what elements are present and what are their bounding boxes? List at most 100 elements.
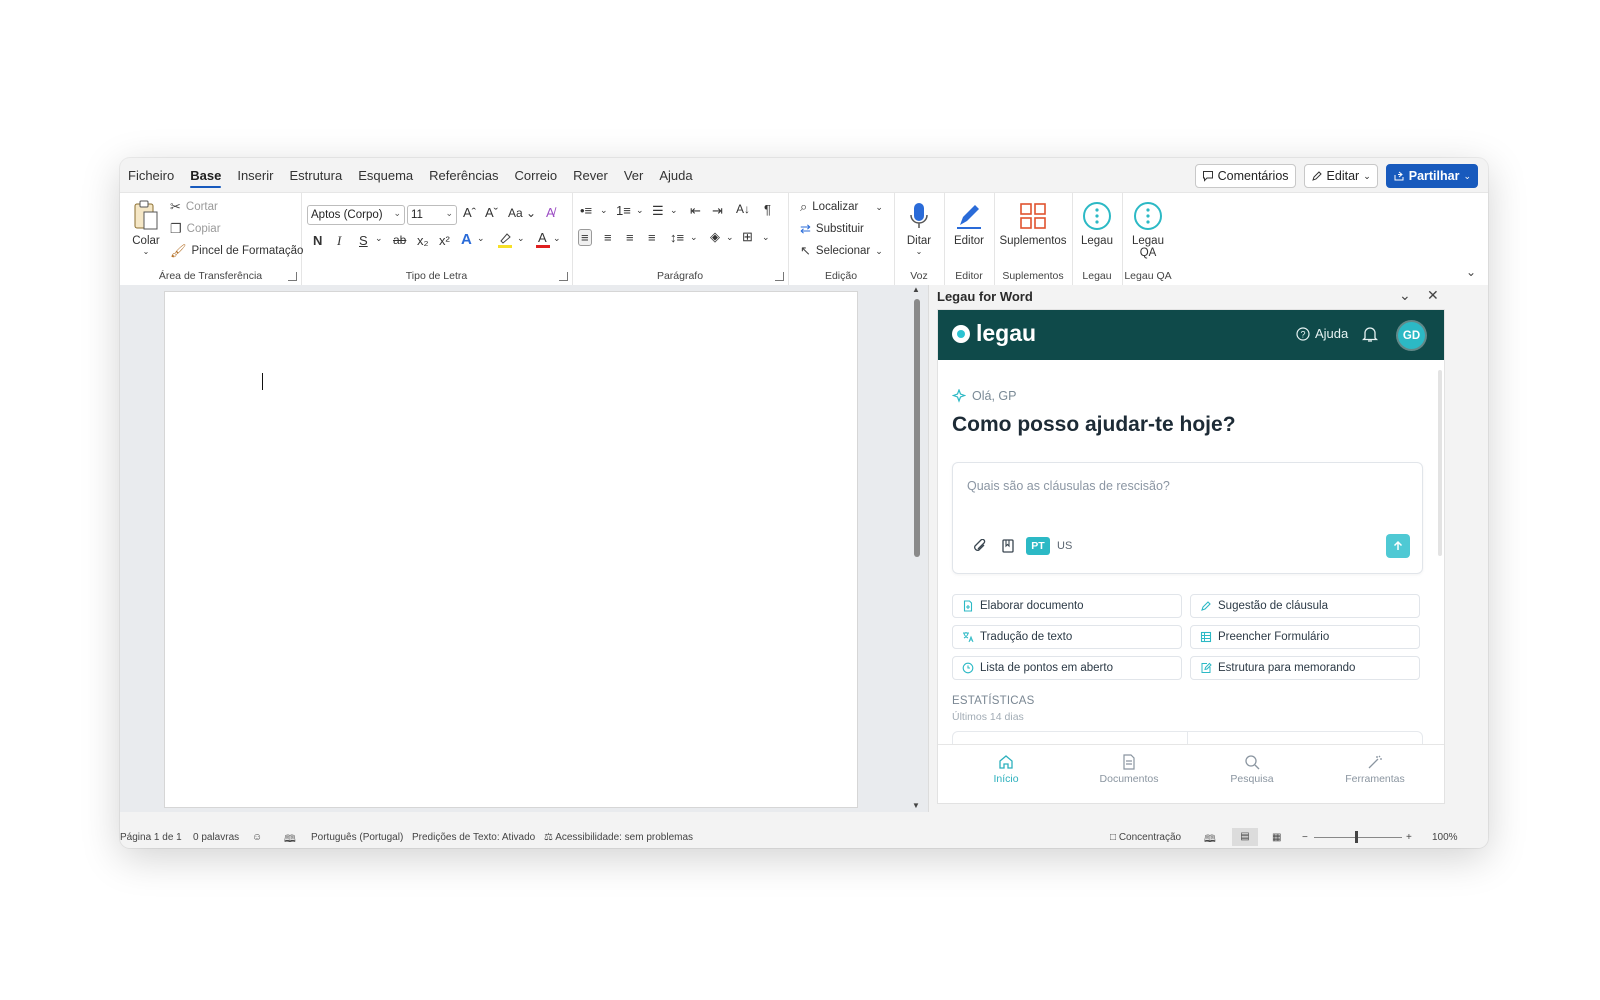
collapse-ribbon-icon[interactable]: ⌄ xyxy=(1466,265,1476,279)
line-spacing-icon[interactable]: ↕≡ xyxy=(670,230,684,245)
find-button[interactable]: ⌕ Localizar ⌄ xyxy=(800,199,883,215)
action-preencher-formulario[interactable]: Preencher Formulário xyxy=(1190,625,1420,649)
format-painter-button[interactable]: 🖌 Pincel de Formatação xyxy=(170,243,303,259)
sort-icon[interactable]: A↓ xyxy=(736,202,750,216)
font-size-combo[interactable]: 11 ⌄ xyxy=(407,205,457,225)
close-icon[interactable]: ✕ xyxy=(1427,287,1439,304)
chevron-down-icon[interactable]: ⌄ xyxy=(726,232,734,243)
menu-base[interactable]: Base xyxy=(182,158,229,192)
paste-button[interactable]: Colar ⌄ xyxy=(128,197,164,256)
status-predictions[interactable]: Predições de Texto: Ativado xyxy=(412,832,535,843)
nav-ferramentas[interactable]: Ferramentas xyxy=(1325,751,1425,785)
action-lista-pontos[interactable]: Lista de pontos em aberto xyxy=(952,656,1182,680)
document-page[interactable] xyxy=(164,291,858,808)
action-elaborar-documento[interactable]: Elaborar documento xyxy=(952,594,1182,618)
status-page[interactable]: Página 1 de 1 xyxy=(120,832,182,843)
menu-referencias[interactable]: Referências xyxy=(421,158,506,192)
chevron-down-icon[interactable]: ⌄ xyxy=(636,205,644,216)
chevron-down-icon[interactable]: ⌄ xyxy=(670,205,678,216)
grow-font-icon[interactable]: Aˆ xyxy=(463,205,476,220)
clear-format-icon[interactable]: A̸ xyxy=(546,205,555,220)
read-mode-icon[interactable]: 🕮 xyxy=(1204,832,1216,848)
nav-pesquisa[interactable]: Pesquisa xyxy=(1202,751,1302,785)
web-layout-icon[interactable]: ▦ xyxy=(1272,832,1281,843)
decrease-indent-icon[interactable]: ⇤ xyxy=(690,203,701,219)
align-center-icon[interactable]: ≡ xyxy=(604,230,612,245)
addin-scrollbar[interactable] xyxy=(1438,370,1442,556)
change-case-button[interactable]: Aa ⌄ xyxy=(508,206,536,220)
align-right-icon[interactable]: ≡ xyxy=(626,230,634,245)
select-button[interactable]: ↖ Selecionar ⌄ xyxy=(800,243,883,259)
chevron-down-icon[interactable]: ⌄ xyxy=(517,233,525,244)
chevron-down-icon[interactable]: ⌄ xyxy=(600,205,608,216)
strikethrough-button[interactable]: ab xyxy=(393,233,406,247)
chevron-down-icon[interactable]: ⌄ xyxy=(477,233,485,244)
language-us-toggle[interactable]: US xyxy=(1057,540,1072,552)
status-accessibility[interactable]: ⚖ Acessibilidade: sem problemas xyxy=(544,832,693,843)
shrink-font-icon[interactable]: Aˇ xyxy=(485,205,498,220)
nav-documentos[interactable]: Documentos xyxy=(1079,751,1179,785)
menu-esquema[interactable]: Esquema xyxy=(350,158,421,192)
subscript-icon[interactable]: x₂ xyxy=(417,233,429,248)
scroll-down-icon[interactable]: ▼ xyxy=(912,801,920,810)
scroll-up-icon[interactable]: ▲ xyxy=(912,285,920,294)
numbering-icon[interactable]: 1≡ xyxy=(616,203,631,218)
editor-button[interactable]: Editor xyxy=(946,197,992,247)
zoom-slider[interactable] xyxy=(1314,837,1402,838)
help-button[interactable]: ? Ajuda xyxy=(1296,326,1348,341)
edit-button[interactable]: Editar ⌄ xyxy=(1303,164,1378,188)
underline-button[interactable]: S xyxy=(359,233,368,248)
replace-button[interactable]: ⇄ Substituir xyxy=(800,221,864,237)
status-words[interactable]: 0 palavras xyxy=(193,832,239,843)
book-icon[interactable] xyxy=(1001,538,1015,559)
align-left-icon[interactable]: ≡ xyxy=(578,229,592,246)
multilevel-list-icon[interactable]: ☰ xyxy=(652,203,664,219)
print-layout-icon[interactable]: ▤ xyxy=(1232,828,1258,846)
dialog-launcher-icon[interactable] xyxy=(559,272,568,281)
avatar[interactable]: GD xyxy=(1398,322,1425,349)
legau-button[interactable]: Legau xyxy=(1076,197,1118,247)
menu-ficheiro[interactable]: Ficheiro xyxy=(120,158,182,192)
chevron-down-icon[interactable]: ⌄ xyxy=(690,232,698,243)
comments-button[interactable]: Comentários xyxy=(1194,164,1296,188)
italic-button[interactable]: I xyxy=(337,233,341,249)
cut-button[interactable]: ✂ Cortar xyxy=(170,199,218,215)
status-language[interactable]: Português (Portugal) xyxy=(311,832,403,843)
prompt-box[interactable]: Quais são as cláusulas de rescisão? PT U… xyxy=(952,462,1423,574)
shading-icon[interactable]: ◈ xyxy=(710,229,720,245)
action-estrutura-memorando[interactable]: Estrutura para memorando xyxy=(1190,656,1420,680)
addins-button[interactable]: Suplementos xyxy=(998,197,1068,247)
zoom-in-icon[interactable]: + xyxy=(1406,832,1412,843)
dialog-launcher-icon[interactable] xyxy=(288,272,297,281)
font-color-icon[interactable]: A xyxy=(535,229,551,252)
action-sugestao-clausula[interactable]: Sugestão de cláusula xyxy=(1190,594,1420,618)
nav-inicio[interactable]: Início xyxy=(956,751,1056,785)
chevron-down-icon[interactable]: ⌄ xyxy=(762,232,770,243)
dictate-button[interactable]: Ditar ⌄ xyxy=(898,197,940,256)
language-pt-toggle[interactable]: PT xyxy=(1026,537,1050,555)
chevron-down-icon[interactable]: ⌄ xyxy=(1399,287,1411,304)
scrollbar-thumb[interactable] xyxy=(914,299,920,557)
chevron-down-icon[interactable]: ⌄ xyxy=(553,233,561,244)
menu-rever[interactable]: Rever xyxy=(565,158,616,192)
menu-estrutura[interactable]: Estrutura xyxy=(281,158,350,192)
pilcrow-icon[interactable]: ¶ xyxy=(764,202,771,217)
zoom-slider-thumb[interactable] xyxy=(1355,831,1358,843)
document-scrollbar[interactable]: ▲ ▼ xyxy=(910,285,924,812)
menu-correio[interactable]: Correio xyxy=(507,158,566,192)
legau-qa-button[interactable]: Legau QA xyxy=(1126,197,1170,259)
focus-button[interactable]: □ Concentração xyxy=(1110,832,1181,843)
superscript-icon[interactable]: x² xyxy=(439,233,450,248)
dialog-launcher-icon[interactable] xyxy=(775,272,784,281)
increase-indent-icon[interactable]: ⇥ xyxy=(712,203,723,219)
borders-icon[interactable]: ⊞ xyxy=(742,229,753,245)
menu-ajuda[interactable]: Ajuda xyxy=(651,158,700,192)
bell-icon[interactable] xyxy=(1361,325,1379,348)
bold-button[interactable]: N xyxy=(313,233,322,248)
people-icon[interactable]: ☺ xyxy=(252,832,262,843)
zoom-out-icon[interactable]: − xyxy=(1302,832,1308,843)
justify-icon[interactable]: ≡ xyxy=(648,230,656,245)
book-icon[interactable]: 🕮 xyxy=(284,832,296,848)
action-traducao-texto[interactable]: Tradução de texto xyxy=(952,625,1182,649)
send-button[interactable] xyxy=(1386,534,1410,558)
